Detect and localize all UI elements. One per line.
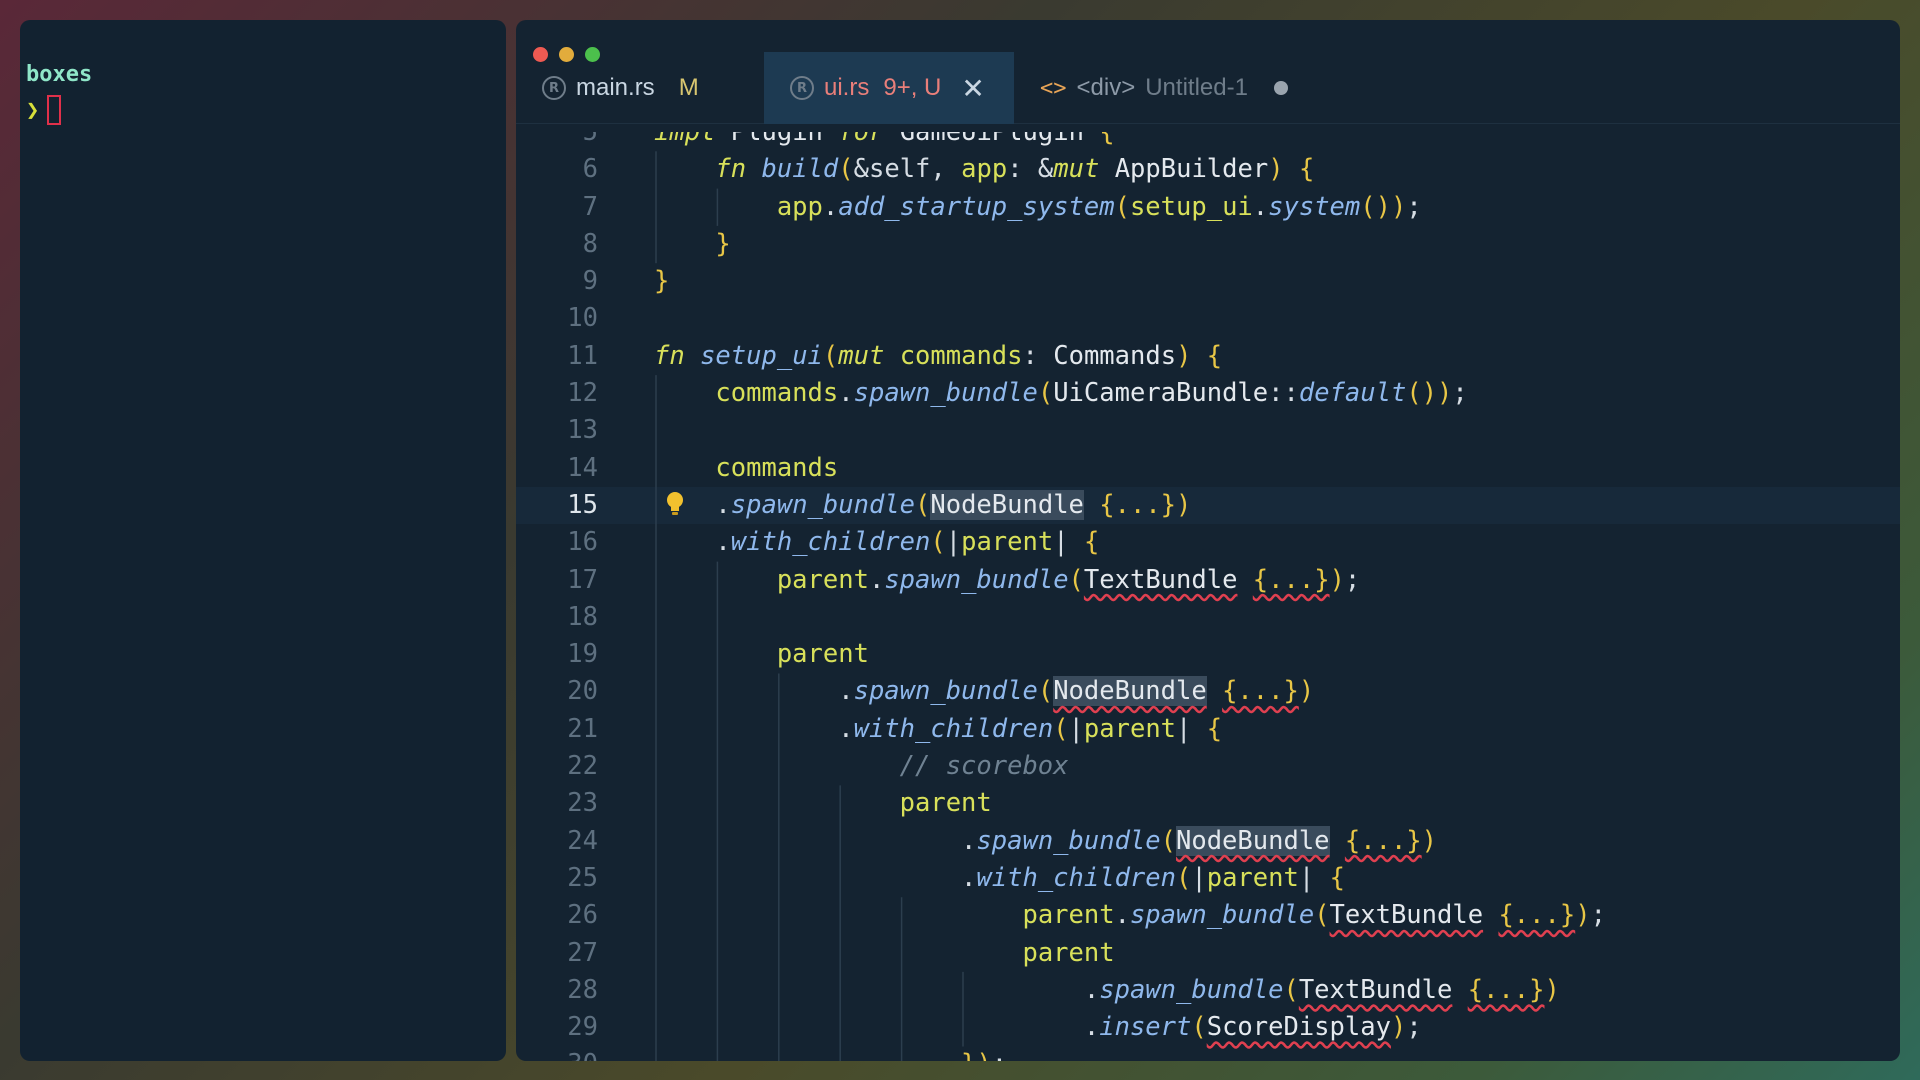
line-number: 27 [567, 937, 598, 968]
line-number: 20 [567, 676, 598, 707]
code-line[interactable]: 12 commands.spawn_bundle(UiCameraBundle:… [516, 375, 1900, 412]
code-text: app.add_startup_system(setup_ui.system()… [776, 191, 1422, 222]
code-text: parent.spawn_bundle(TextBundle {...}); [1022, 900, 1606, 931]
line-number: 6 [582, 154, 598, 185]
line-number: 29 [567, 1012, 598, 1043]
code-text: parent [899, 788, 992, 819]
prompt-arrow-icon: ❯ [26, 97, 40, 123]
lightbulb-icon[interactable] [666, 491, 684, 517]
code-text: parent [1022, 937, 1115, 968]
tab-status: 9+, U [883, 74, 942, 101]
line-number: 30 [516, 1046, 598, 1061]
code-text: } [654, 266, 670, 297]
line-number: 24 [567, 825, 598, 856]
code-line[interactable]: 9} [516, 263, 1900, 300]
code-line[interactable]: 30 }); [516, 1046, 1900, 1061]
code-line[interactable]: 7 app.add_startup_system(setup_ui.system… [516, 189, 1900, 226]
line-number: 11 [567, 340, 598, 371]
tab-bar: R main.rs M R ui.rs 9+, U ✕ <> <div> Unt… [516, 52, 1900, 124]
code-line[interactable]: 20 .spawn_bundle(NodeBundle {...}) [516, 673, 1900, 710]
code-text: .with_children(|parent| { [961, 862, 1345, 893]
line-number: 25 [567, 862, 598, 893]
code-line[interactable]: 19 parent [516, 636, 1900, 673]
tab-subtitle: Untitled-1 [1145, 74, 1248, 101]
code-line[interactable]: 13 [516, 412, 1900, 449]
code-text: .spawn_bundle(NodeBundle {...}) [715, 489, 1192, 520]
code-text: // scorebox [654, 751, 1069, 782]
line-number: 15 [567, 489, 598, 520]
terminal-panel[interactable]: boxes ❯ [20, 20, 506, 1061]
html-icon: <> [1040, 75, 1067, 101]
line-number: 21 [567, 713, 598, 744]
code-line[interactable]: 25 .with_children(|parent| { [516, 860, 1900, 897]
code-area[interactable]: 5 impl Plugin for GameUiPlugin { 6 fn buil… [516, 132, 1900, 1061]
code-line[interactable]: 15 .spawn_bundle(NodeBundle {...}) [516, 486, 1900, 525]
line-number: 18 [567, 601, 598, 632]
code-line[interactable]: 8 } [516, 226, 1900, 263]
tab-label: <div> [1076, 74, 1136, 101]
line-number: 14 [567, 452, 598, 483]
code-text: commands.spawn_bundle(UiCameraBundle::de… [715, 378, 1468, 409]
terminal-prompt[interactable]: ❯ [26, 92, 500, 128]
code-line[interactable]: 29 .insert(ScoreDisplay); [516, 1009, 1900, 1046]
line-number: 5 [582, 132, 598, 147]
tab-ui-rs[interactable]: R ui.rs 9+, U ✕ [764, 52, 1014, 124]
code-line[interactable]: 24 .spawn_bundle(NodeBundle {...}) [516, 823, 1900, 860]
code-text: .spawn_bundle(NodeBundle {...}) [838, 676, 1315, 707]
code-text: .with_children(|parent| { [715, 527, 1100, 558]
code-line[interactable]: 5 impl Plugin for GameUiPlugin { [516, 132, 1900, 151]
tab-untitled[interactable]: <> <div> Untitled-1 [1014, 52, 1314, 124]
line-number: 9 [582, 266, 598, 297]
code-text: impl Plugin for GameUiPlugin { [654, 132, 1115, 147]
line-number: 10 [567, 303, 598, 334]
code-text: .with_children(|parent| { [838, 713, 1223, 744]
code-text: .spawn_bundle(NodeBundle {...}) [961, 825, 1438, 856]
code-text: }); [654, 1046, 1007, 1061]
code-line[interactable]: 22 // scorebox [516, 748, 1900, 785]
code-text: } [715, 228, 731, 259]
line-number: 23 [567, 788, 598, 819]
code-line[interactable]: 28 .spawn_bundle(TextBundle {...}) [516, 972, 1900, 1009]
terminal-directory: boxes [26, 62, 93, 87]
close-icon[interactable]: ✕ [961, 72, 984, 105]
line-number: 13 [567, 415, 598, 446]
terminal-cursor [47, 95, 62, 125]
code-text: .spawn_bundle(TextBundle {...}) [1083, 974, 1560, 1005]
code-line[interactable]: 21 .with_children(|parent| { [516, 711, 1900, 748]
line-number: 26 [567, 900, 598, 931]
code-line[interactable]: 6 fn build(&self, app: &mut AppBuilder) … [516, 151, 1900, 188]
unsaved-dot-icon[interactable] [1273, 81, 1288, 95]
tab-label: main.rs [576, 74, 655, 101]
code-text: commands [715, 452, 839, 483]
code-line[interactable]: 16 .with_children(|parent| { [516, 524, 1900, 561]
code-text: parent.spawn_bundle(TextBundle {...}); [776, 564, 1361, 595]
code-line[interactable]: 18 [516, 599, 1900, 636]
code-line[interactable]: 23 parent [516, 785, 1900, 822]
line-number: 17 [567, 564, 598, 595]
line-number: 7 [582, 191, 598, 222]
line-number: 8 [582, 228, 598, 259]
line-number: 28 [567, 974, 598, 1005]
tab-label: ui.rs [824, 74, 870, 101]
code-text: fn build(&self, app: &mut AppBuilder) { [715, 154, 1315, 185]
code-text: parent [776, 639, 869, 670]
code-line[interactable]: 26 parent.spawn_bundle(TextBundle {...})… [516, 897, 1900, 934]
rust-icon: R [542, 76, 566, 100]
code-line[interactable]: 27 parent [516, 935, 1900, 972]
line-number: 12 [567, 378, 598, 409]
code-text: fn setup_ui(mut commands: Commands) { [654, 340, 1223, 371]
rust-icon: R [790, 76, 814, 100]
line-number: 22 [567, 751, 598, 782]
code-line[interactable]: 17 parent.spawn_bundle(TextBundle {...})… [516, 562, 1900, 599]
tab-status: M [678, 74, 699, 101]
line-number: 19 [567, 639, 598, 670]
code-line[interactable]: 11 fn setup_ui(mut commands: Commands) { [516, 338, 1900, 375]
line-number: 16 [567, 527, 598, 558]
code-line[interactable]: 14 commands [516, 450, 1900, 487]
code-text: .insert(ScoreDisplay); [1083, 1012, 1422, 1043]
code-line[interactable]: 10 [516, 300, 1900, 337]
code-editor-window: R main.rs M R ui.rs 9+, U ✕ <> <div> Unt… [516, 20, 1900, 1061]
tab-main-rs[interactable]: R main.rs M [516, 52, 764, 124]
